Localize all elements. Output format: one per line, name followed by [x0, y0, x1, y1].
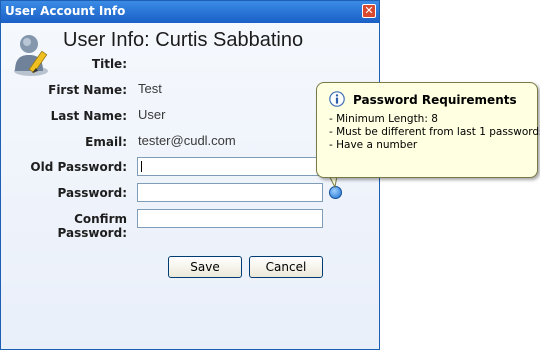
- page-title: User Info: Curtis Sabbatino: [63, 29, 304, 51]
- window-title: User Account Info: [5, 4, 126, 18]
- requirement-item: - Must be different from last 1 password…: [329, 126, 540, 138]
- title-label: Title:: [91, 57, 127, 71]
- email-value: tester@cudl.com: [138, 133, 236, 148]
- confirm-password-label: Confirm Password:: [57, 212, 128, 240]
- requirement-item: - Minimum Length: 8: [329, 113, 438, 125]
- confirm-password-field[interactable]: [137, 209, 323, 228]
- close-button[interactable]: ✕: [362, 4, 376, 18]
- first-name-value: Test: [138, 81, 162, 96]
- close-icon: ✕: [364, 4, 374, 17]
- requirement-item: - Have a number: [329, 139, 418, 151]
- password-requirements-tooltip: Password Requirements - Minimum Length: …: [316, 82, 540, 178]
- old-password-field[interactable]: [137, 157, 323, 176]
- title-bar[interactable]: User Account Info ✕: [1, 1, 379, 23]
- cancel-button[interactable]: Cancel: [249, 256, 323, 278]
- info-icon: [329, 91, 345, 107]
- first-name-label: First Name:: [48, 83, 127, 97]
- email-label: Email:: [85, 135, 127, 149]
- last-name-label: Last Name:: [50, 109, 127, 123]
- text-caret: [141, 161, 142, 172]
- last-name-value: User: [138, 107, 166, 122]
- requirements-list: - Minimum Length: 8 - Must be different …: [329, 113, 540, 152]
- tooltip-title: Password Requirements: [353, 93, 517, 107]
- save-button[interactable]: Save: [168, 256, 242, 278]
- password-field[interactable]: [137, 183, 323, 202]
- password-label: Password:: [57, 186, 128, 200]
- old-password-label: Old Password:: [30, 160, 127, 174]
